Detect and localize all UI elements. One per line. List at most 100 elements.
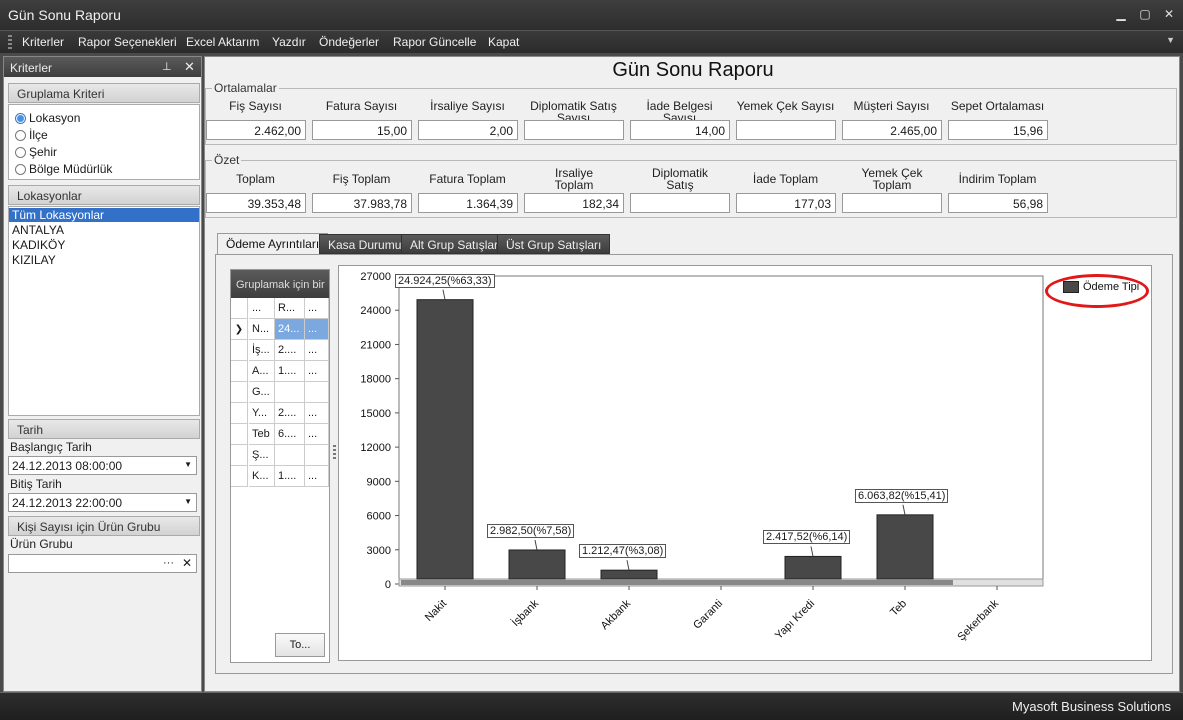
locations-header: Lokasyonlar xyxy=(8,185,200,205)
end-date-field[interactable]: 24.12.2013 22:00:00 ▼ xyxy=(8,493,197,512)
average-field-value[interactable]: 14,00 xyxy=(630,120,730,140)
radio-selected-icon xyxy=(15,113,26,124)
average-field-value[interactable]: 15,96 xyxy=(948,120,1048,140)
table-cell[interactable]: Teb xyxy=(249,424,275,445)
grid-row-indicator[interactable] xyxy=(231,403,248,424)
summary-field-value[interactable]: 56,98 xyxy=(948,193,1048,213)
summary-field-label: Fiş Toplam xyxy=(332,172,391,186)
table-cell[interactable]: 2.... xyxy=(275,403,305,424)
summary-field-value[interactable]: 177,03 xyxy=(736,193,836,213)
table-cell[interactable]: ... xyxy=(305,403,329,424)
location-item-antalya[interactable]: ANTALYA xyxy=(9,223,199,237)
table-cell[interactable]: 1.... xyxy=(275,466,305,487)
table-cell[interactable]: Y... xyxy=(249,403,275,424)
total-button[interactable]: To... xyxy=(275,633,325,657)
highlight-circle xyxy=(1045,274,1149,308)
pin-icon[interactable]: ⊥ xyxy=(162,60,172,73)
grid-row-indicator[interactable] xyxy=(231,361,248,382)
end-date-label: Bitiş Tarih xyxy=(10,477,62,491)
grid-row-indicator[interactable] xyxy=(231,424,248,445)
average-field-value[interactable]: 2.462,00 xyxy=(206,120,306,140)
menu-rapor-secenekleri[interactable]: Rapor Seçenekleri xyxy=(78,35,177,49)
radio-lokasyon[interactable]: Lokasyon xyxy=(15,111,80,125)
summary-field-value[interactable] xyxy=(842,193,942,213)
location-item-kizilay[interactable]: KIZILAY xyxy=(9,253,199,267)
grid-row-indicator[interactable] xyxy=(231,466,248,487)
table-cell[interactable]: ... xyxy=(305,361,329,382)
table-cell[interactable]: 24... xyxy=(275,319,305,340)
summary-field-value[interactable]: 39.353,48 xyxy=(206,193,306,213)
panel-close-icon[interactable]: ✕ xyxy=(184,59,195,75)
table-cell[interactable]: K... xyxy=(249,466,275,487)
table-cell[interactable]: A... xyxy=(249,361,275,382)
table-cell[interactable]: 2.... xyxy=(275,340,305,361)
average-field-value[interactable] xyxy=(524,120,624,140)
tab-odeme-ayrintilari[interactable]: Ödeme Ayrıntıları xyxy=(217,233,329,255)
average-field-value[interactable] xyxy=(736,120,836,140)
tab-kasa-durumu[interactable]: Kasa Durumu xyxy=(319,234,411,254)
table-cell[interactable]: 1.... xyxy=(275,361,305,382)
date-title: Tarih xyxy=(17,423,44,437)
location-item-kadikoy[interactable]: KADIKÖY xyxy=(9,238,199,252)
grid-column-header[interactable]: R... xyxy=(275,298,305,319)
radio-icon xyxy=(15,147,26,158)
summary-field-value[interactable]: 1.364,39 xyxy=(418,193,518,213)
product-group-header: Kişi Sayısı için Ürün Grubu xyxy=(8,516,200,536)
table-cell[interactable]: ... xyxy=(305,424,329,445)
dropdown-arrow-icon[interactable]: ▼ xyxy=(184,460,192,469)
dropdown-arrow-icon[interactable]: ▼ xyxy=(184,497,192,506)
product-group-field[interactable]: ··· ✕ xyxy=(8,554,197,573)
menu-overflow-icon[interactable]: ▼ xyxy=(1166,35,1175,45)
menu-kriterler[interactable]: Kriterler xyxy=(22,35,64,49)
table-cell[interactable] xyxy=(275,382,305,403)
grid-row-indicator[interactable] xyxy=(231,382,248,403)
average-field-label: İrsaliye Sayısı xyxy=(430,99,505,113)
radio-bolge-mudurluk[interactable]: Bölge Müdürlük xyxy=(15,162,112,176)
table-cell[interactable] xyxy=(275,445,305,466)
table-cell[interactable]: G... xyxy=(249,382,275,403)
criteria-panel-title: Kriterler xyxy=(10,61,53,75)
grid-column-header[interactable]: ... xyxy=(305,298,329,319)
average-field-value[interactable]: 2.465,00 xyxy=(842,120,942,140)
tab-alt-grup-satislari[interactable]: Alt Grup Satışları xyxy=(401,234,511,254)
radio-sehir[interactable]: Şehir xyxy=(15,145,57,159)
grid-row-indicator[interactable] xyxy=(231,445,248,466)
summary-field-value[interactable]: 182,34 xyxy=(524,193,624,213)
summary-field-value[interactable]: 37.983,78 xyxy=(312,193,412,213)
tab-ust-grup-satislari[interactable]: Üst Grup Satışları xyxy=(497,234,611,254)
menu-ondegerler[interactable]: Öndeğerler xyxy=(319,35,379,49)
group-by-area[interactable]: Gruplamak için bir xyxy=(231,270,329,298)
grouping-header: Gruplama Kriteri xyxy=(8,83,200,103)
close-button[interactable]: ✕ xyxy=(1160,6,1178,22)
menu-kapat[interactable]: Kapat xyxy=(488,35,519,49)
menu-rapor-guncelle[interactable]: Rapor Güncelle xyxy=(393,35,476,49)
menu-excel-aktarim[interactable]: Excel Aktarım xyxy=(186,35,259,49)
clear-icon[interactable]: ✕ xyxy=(182,556,192,570)
radio-ilce[interactable]: İlçe xyxy=(15,128,48,142)
window-title: Gün Sonu Raporu xyxy=(8,7,121,23)
table-cell[interactable]: 6.... xyxy=(275,424,305,445)
table-cell[interactable] xyxy=(305,445,329,466)
ellipsis-icon[interactable]: ··· xyxy=(163,557,174,569)
table-cell[interactable]: ... xyxy=(305,319,329,340)
table-cell[interactable]: ... xyxy=(305,340,329,361)
table-cell[interactable]: İş... xyxy=(249,340,275,361)
start-date-field[interactable]: 24.12.2013 08:00:00 ▼ xyxy=(8,456,197,475)
minimize-button[interactable]: ▁ xyxy=(1112,6,1130,22)
average-field-value[interactable]: 15,00 xyxy=(312,120,412,140)
grid-column-header[interactable]: ... xyxy=(249,298,275,319)
location-item-tum[interactable]: Tüm Lokasyonlar xyxy=(9,208,199,222)
table-cell[interactable]: Ş... xyxy=(249,445,275,466)
splitter-handle[interactable] xyxy=(333,445,336,461)
maximize-button[interactable]: ▢ xyxy=(1136,6,1154,22)
table-cell[interactable] xyxy=(305,382,329,403)
summary-title: Özet xyxy=(212,153,242,167)
radio-label: Lokasyon xyxy=(29,111,81,125)
table-cell[interactable]: ... xyxy=(305,466,329,487)
grid-row-indicator[interactable]: ❯ xyxy=(231,319,248,340)
grid-row-indicator[interactable] xyxy=(231,340,248,361)
summary-field-value[interactable] xyxy=(630,193,730,213)
table-cell[interactable]: N... xyxy=(249,319,275,340)
menu-yazdir[interactable]: Yazdır xyxy=(272,35,306,49)
average-field-value[interactable]: 2,00 xyxy=(418,120,518,140)
